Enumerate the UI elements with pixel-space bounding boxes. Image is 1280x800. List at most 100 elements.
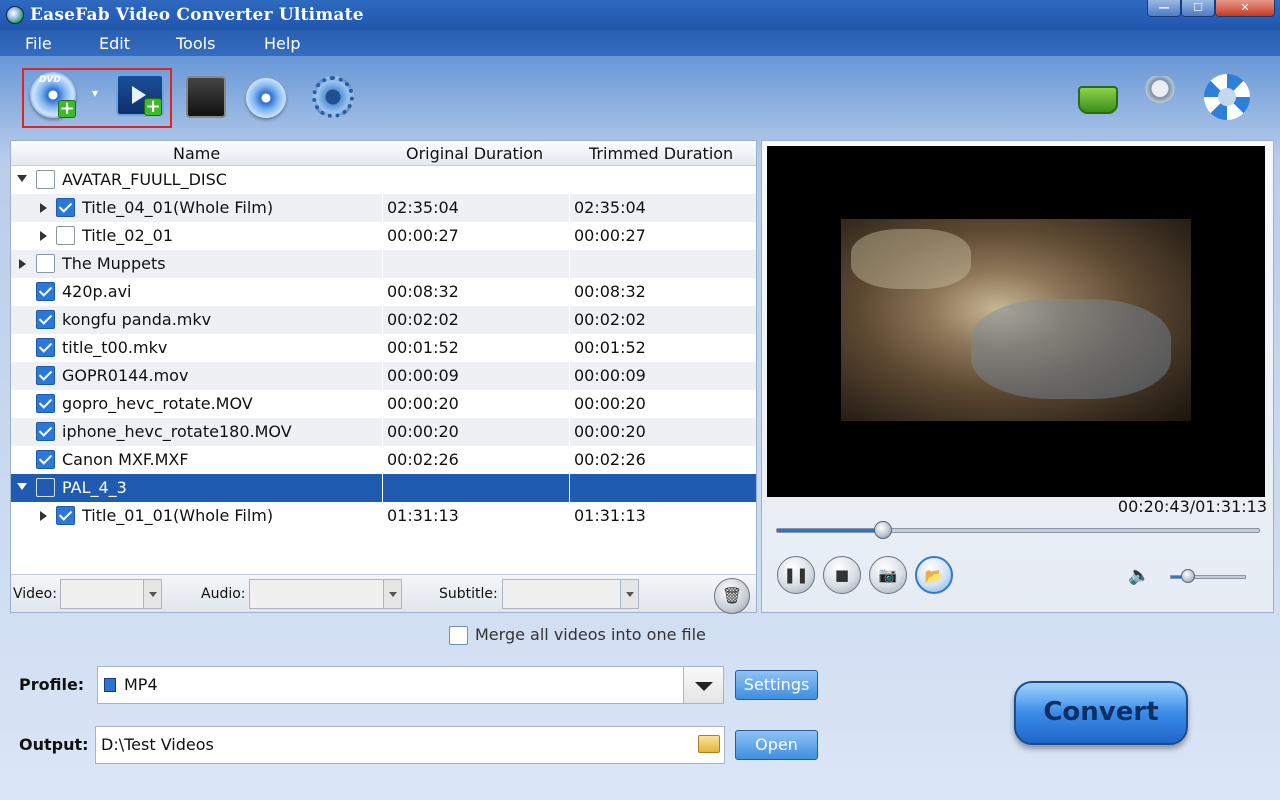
profile-select[interactable]: MP4 [97, 666, 724, 704]
keys-icon[interactable] [1144, 76, 1184, 118]
item-trimmed-duration: 00:08:32 [574, 282, 646, 301]
list-item-selected[interactable]: PAL_4_3 [11, 474, 756, 502]
preview-panel: 00:20:43/01:31:13 ❚❚ ■ 📷 📂 🔈 [761, 140, 1274, 613]
menu-file[interactable]: File [25, 34, 52, 53]
list-item[interactable]: Title_02_01 00:00:27 00:00:27 [11, 222, 756, 250]
open-folder-button[interactable]: 📂 [915, 556, 953, 594]
settings-button[interactable]: Settings [735, 670, 818, 700]
seek-bar[interactable] [776, 528, 1260, 533]
pause-button[interactable]: ❚❚ [777, 556, 815, 594]
item-checkbox[interactable] [56, 198, 75, 217]
seek-handle[interactable] [874, 521, 893, 539]
item-checkbox[interactable] [36, 170, 55, 189]
collapse-arrow-icon[interactable] [17, 483, 27, 490]
expand-arrow-icon[interactable] [40, 203, 47, 213]
gear-icon[interactable] [312, 76, 354, 118]
item-checkbox[interactable] [56, 506, 75, 525]
column-divider [569, 418, 570, 446]
item-checkbox[interactable] [36, 310, 55, 329]
volume-icon[interactable]: 🔈 [1128, 565, 1154, 586]
output-path-value: D:\Test Videos [101, 735, 214, 754]
item-name: Title_02_01 [82, 226, 174, 245]
item-original-duration: 00:00:09 [387, 366, 459, 385]
disc-copy-icon[interactable] [246, 78, 286, 118]
column-divider [569, 194, 570, 222]
folder-icon[interactable] [698, 735, 720, 753]
expand-arrow-icon[interactable] [40, 511, 47, 521]
snapshot-button[interactable]: 📷 [869, 556, 907, 594]
app-window: EaseFab Video Converter Ultimate — ☐ ✕ F… [0, 0, 1280, 800]
item-checkbox[interactable] [36, 422, 55, 441]
menu-edit[interactable]: Edit [99, 34, 130, 53]
file-list: AVATAR_FUULL_DISC Title_04_01(Whole Film… [11, 166, 756, 572]
list-item[interactable]: GOPR0144.mov 00:00:09 00:00:09 [11, 362, 756, 390]
item-checkbox[interactable] [36, 394, 55, 413]
chevron-down-icon[interactable] [683, 667, 723, 703]
item-trimmed-duration: 00:00:20 [574, 422, 646, 441]
video-frame [841, 219, 1191, 421]
maximize-button[interactable]: ☐ [1181, 0, 1215, 17]
item-original-duration: 00:00:27 [387, 226, 459, 245]
expand-arrow-icon[interactable] [19, 259, 26, 269]
profile-label: Profile: [19, 675, 85, 694]
dvd-load-icon[interactable]: DVD + [30, 72, 76, 118]
collapse-arrow-icon[interactable] [17, 175, 27, 182]
basket-icon[interactable] [1078, 86, 1118, 114]
chevron-down-icon[interactable] [620, 580, 638, 608]
item-checkbox[interactable] [36, 338, 55, 357]
volume-handle[interactable] [1181, 569, 1196, 583]
format-icon [104, 678, 116, 692]
audio-label: Audio: [201, 586, 246, 602]
video-label: Video: [13, 586, 57, 602]
item-checkbox[interactable] [36, 478, 55, 497]
subtitle-select[interactable] [502, 579, 639, 609]
list-item[interactable]: title_t00.mkv 00:01:52 00:01:52 [11, 334, 756, 362]
item-trimmed-duration: 00:01:52 [574, 338, 646, 357]
column-name[interactable]: Name [173, 144, 220, 163]
close-button[interactable]: ✕ [1215, 0, 1275, 17]
add-video-icon[interactable]: + [116, 74, 164, 116]
video-screen[interactable] [767, 146, 1265, 497]
item-trimmed-duration: 00:00:20 [574, 394, 646, 413]
output-label: Output: [19, 735, 89, 754]
trash-icon[interactable]: 🗑 [714, 578, 750, 614]
list-item[interactable]: Title_04_01(Whole Film) 02:35:04 02:35:0… [11, 194, 756, 222]
column-divider [569, 362, 570, 390]
list-item[interactable]: iphone_hevc_rotate180.MOV 00:00:20 00:00… [11, 418, 756, 446]
column-trimmed-duration[interactable]: Trimmed Duration [589, 144, 733, 163]
list-item[interactable]: kongfu panda.mkv 00:02:02 00:02:02 [11, 306, 756, 334]
list-item[interactable]: AVATAR_FUULL_DISC [11, 166, 756, 194]
expand-arrow-icon[interactable] [40, 231, 47, 241]
item-original-duration: 02:35:04 [387, 198, 459, 217]
merge-checkbox[interactable] [449, 626, 468, 645]
minimize-button[interactable]: — [1147, 0, 1181, 17]
list-item[interactable]: gopro_hevc_rotate.MOV 00:00:20 00:00:20 [11, 390, 756, 418]
output-path-field[interactable]: D:\Test Videos [95, 726, 725, 764]
menu-tools[interactable]: Tools [176, 34, 215, 53]
item-checkbox[interactable] [36, 282, 55, 301]
list-item[interactable]: Canon MXF.MXF 00:02:26 00:02:26 [11, 446, 756, 474]
item-checkbox[interactable] [36, 366, 55, 385]
video-track-select[interactable] [60, 579, 162, 609]
audio-track-select[interactable] [249, 579, 402, 609]
chevron-down-icon[interactable] [383, 580, 401, 608]
stop-button[interactable]: ■ [823, 556, 861, 594]
item-checkbox[interactable] [56, 226, 75, 245]
item-checkbox[interactable] [36, 450, 55, 469]
item-name: The Muppets [62, 254, 166, 273]
chevron-down-icon[interactable] [143, 580, 161, 608]
convert-button[interactable]: Convert [1014, 681, 1188, 745]
lifebuoy-icon[interactable] [1204, 74, 1250, 120]
subtitle-label: Subtitle: [439, 586, 498, 602]
list-item[interactable]: The Muppets [11, 250, 756, 278]
cushion-shape [851, 229, 971, 289]
open-button[interactable]: Open [735, 730, 818, 760]
menu-help[interactable]: Help [264, 34, 300, 53]
list-item[interactable]: 420p.avi 00:08:32 00:08:32 [11, 278, 756, 306]
list-item[interactable]: Title_01_01(Whole Film) 01:31:13 01:31:1… [11, 502, 756, 530]
load-disc-dropdown-arrow[interactable]: ▾ [92, 86, 98, 100]
column-original-duration[interactable]: Original Duration [406, 144, 543, 163]
item-checkbox[interactable] [36, 254, 55, 273]
menu-bar: File Edit Tools Help [0, 30, 1280, 56]
film-edit-icon[interactable] [186, 76, 226, 118]
